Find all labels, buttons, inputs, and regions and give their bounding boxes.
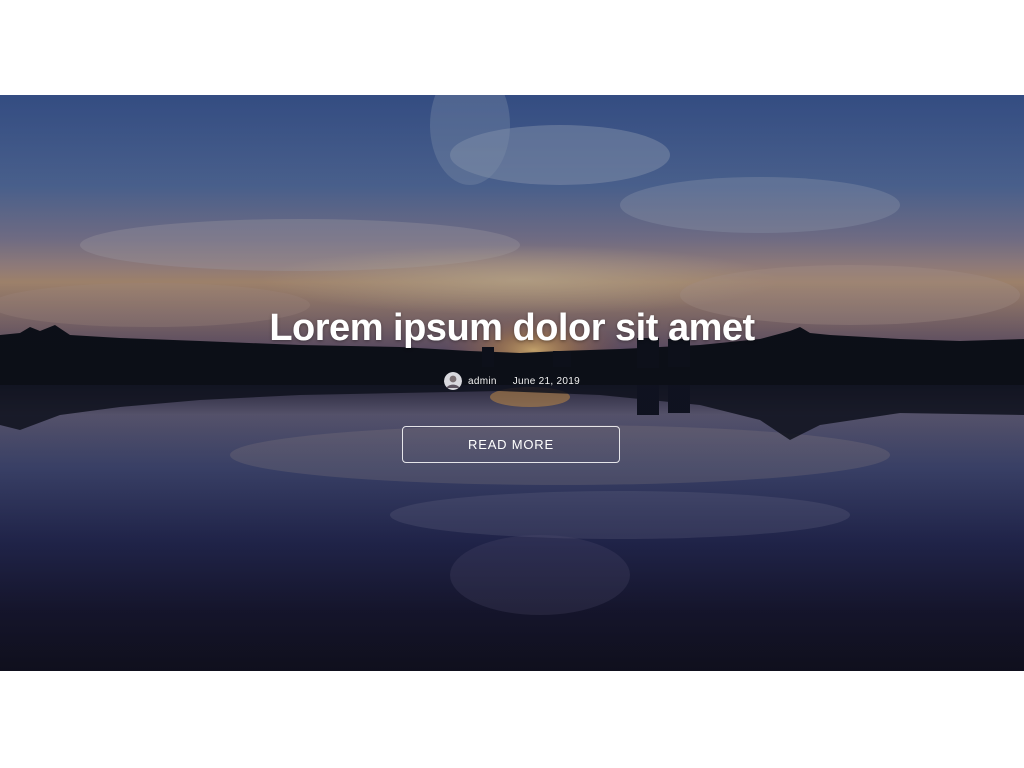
post-date: June 21, 2019 — [512, 375, 581, 387]
hero-content: Lorem ipsum dolor sit amet admin June 21… — [0, 95, 1024, 671]
post-meta: admin June 21, 2019 — [0, 371, 1024, 391]
post-title[interactable]: Lorem ipsum dolor sit amet — [0, 303, 1024, 353]
hero-banner: Lorem ipsum dolor sit amet admin June 21… — [0, 95, 1024, 671]
author-name[interactable]: admin — [468, 376, 497, 387]
author-avatar[interactable] — [443, 372, 462, 390]
read-more-button[interactable]: READ MORE — [402, 426, 620, 463]
page: Lorem ipsum dolor sit amet admin June 21… — [0, 0, 1024, 768]
